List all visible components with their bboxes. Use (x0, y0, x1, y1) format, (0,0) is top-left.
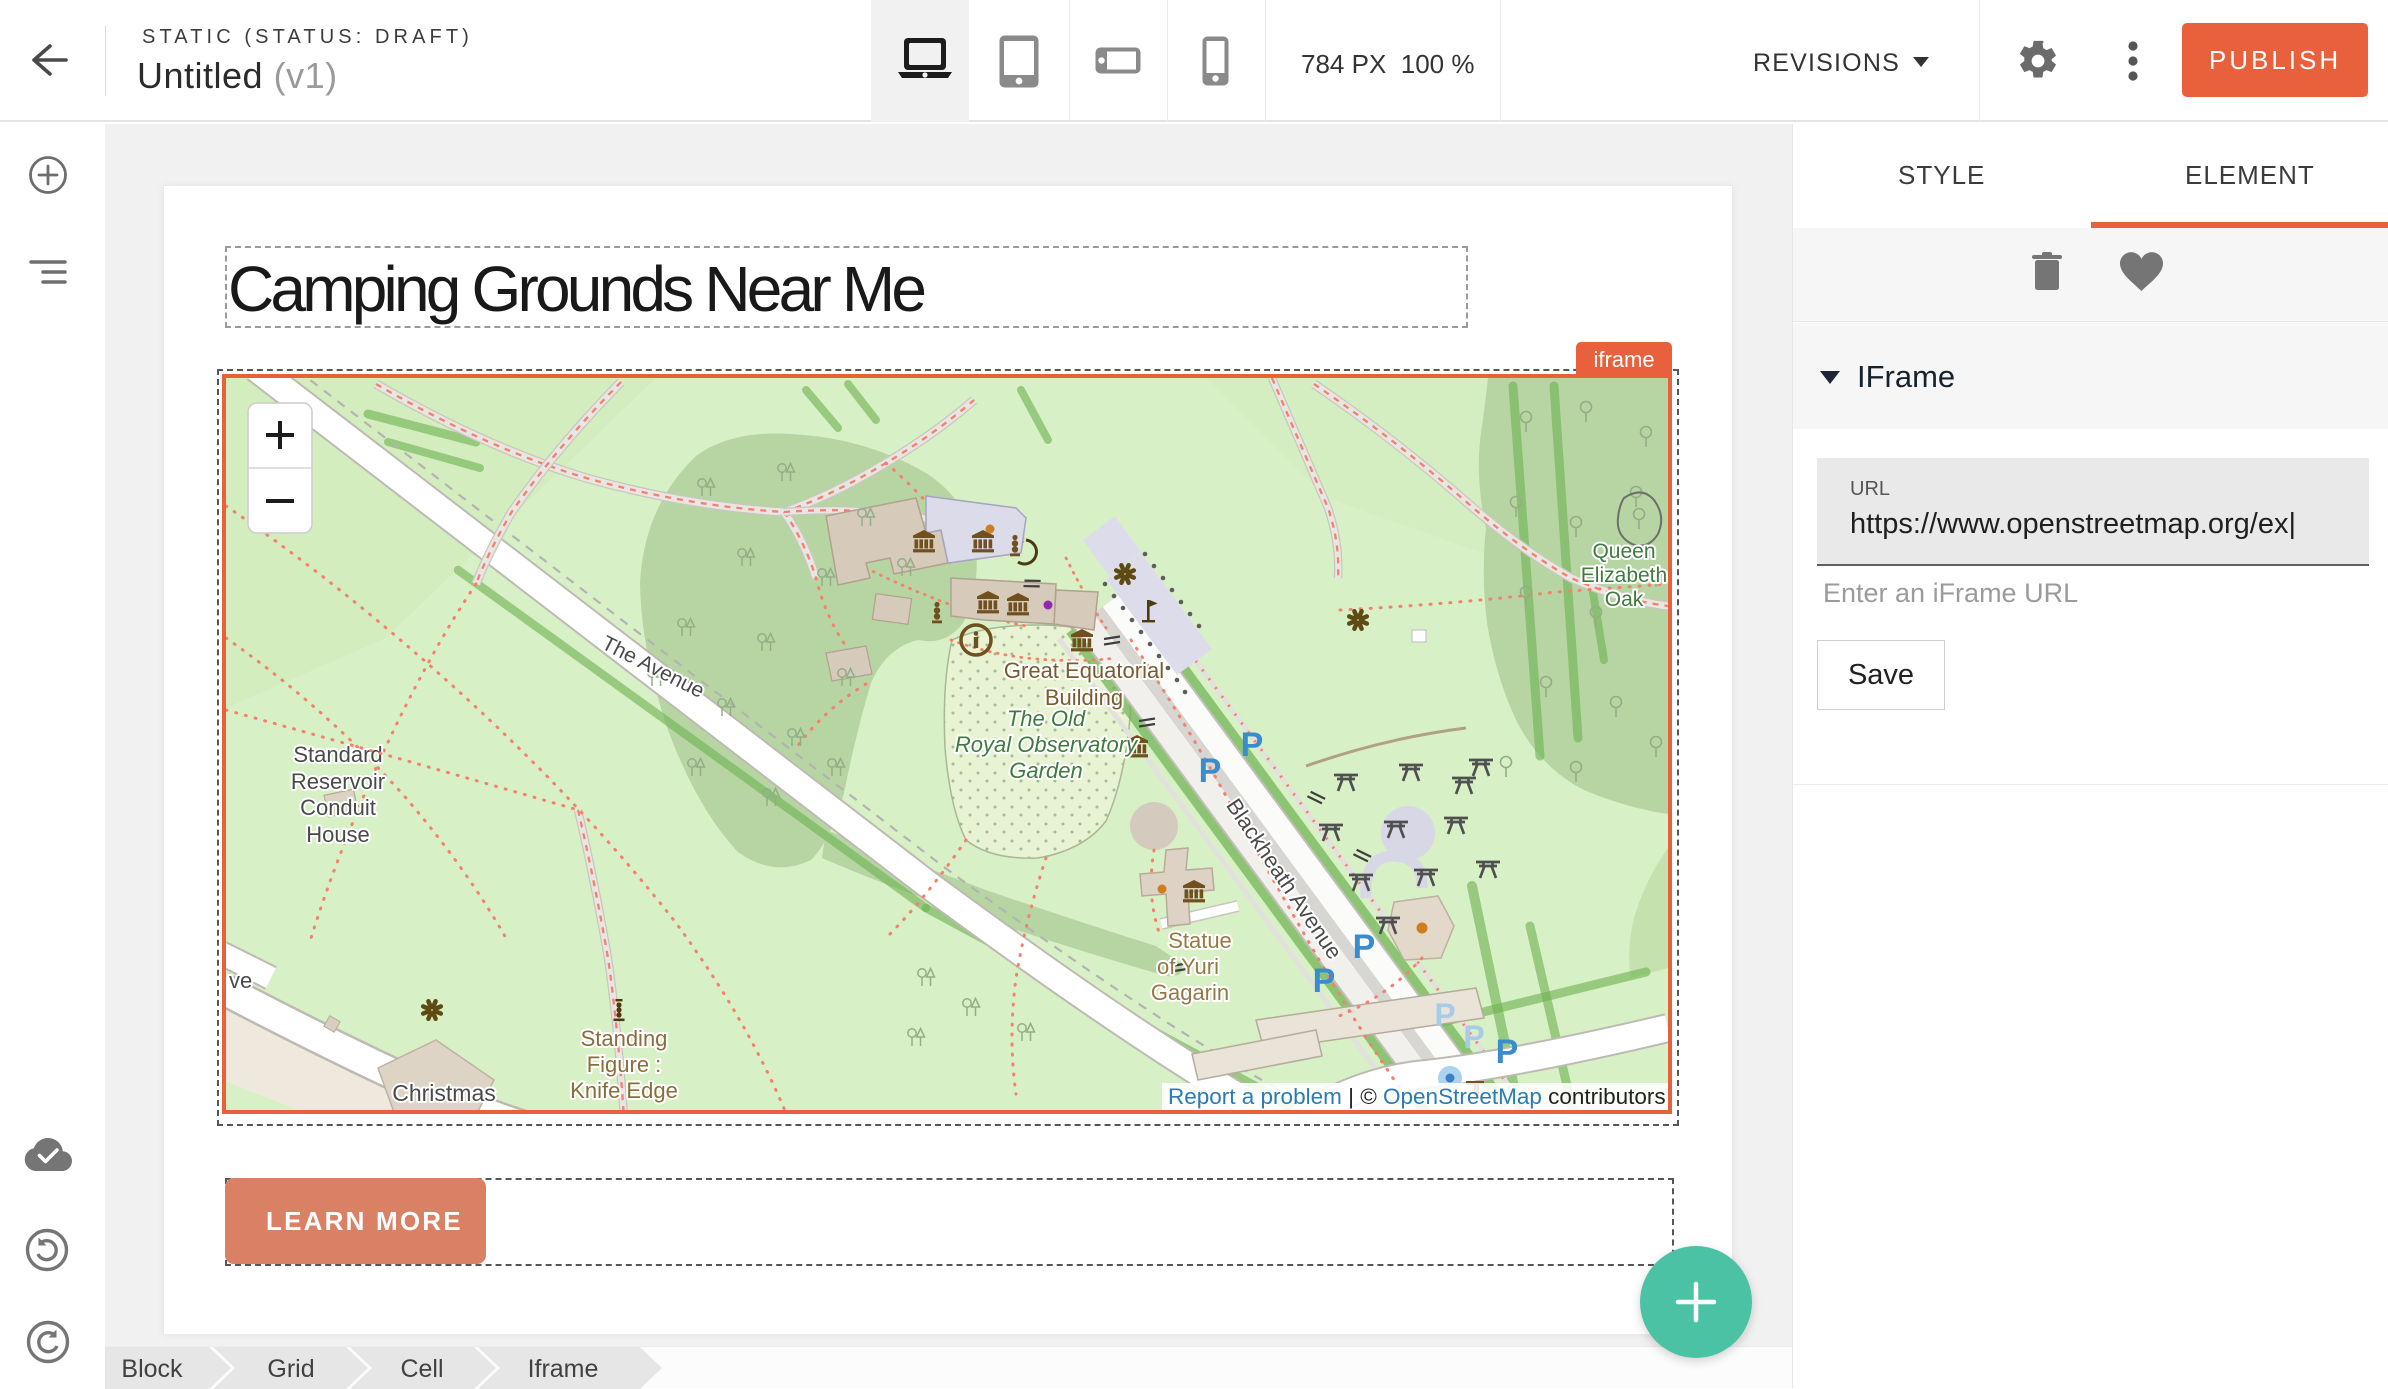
svg-text:Figure :: Figure : (587, 1052, 662, 1077)
svg-text:Garden: Garden (1009, 758, 1082, 783)
svg-text:Great Equatorial: Great Equatorial (1004, 658, 1164, 683)
svg-text:Knife Edge: Knife Edge (570, 1078, 678, 1103)
svg-text:Reservoir: Reservoir (291, 769, 385, 794)
svg-text:P: P (1496, 1033, 1519, 1071)
svg-text:P: P (1313, 962, 1336, 1000)
svg-text:Standard: Standard (293, 742, 382, 767)
svg-text:Gagarin: Gagarin (1151, 980, 1229, 1005)
svg-text:Cell: Cell (400, 1355, 443, 1383)
svg-text:P: P (1434, 997, 1455, 1033)
svg-text:Report a problem | © OpenStree: Report a problem | © OpenStreetMap contr… (1168, 1084, 1666, 1109)
svg-text:House: House (306, 822, 370, 847)
svg-text:Grid: Grid (267, 1355, 314, 1383)
svg-text:Christmas: Christmas (392, 1080, 496, 1106)
svg-text:of Yuri: of Yuri (1157, 954, 1219, 979)
svg-text:Queen: Queen (1592, 540, 1655, 563)
svg-text:P: P (1463, 1019, 1484, 1055)
svg-text:Block: Block (121, 1355, 183, 1383)
svg-text:ve: ve (229, 968, 252, 993)
svg-text:P: P (1199, 752, 1222, 790)
svg-text:The Old: The Old (1007, 706, 1086, 731)
svg-text:P: P (1353, 928, 1376, 966)
svg-text:Statue: Statue (1168, 928, 1232, 953)
svg-text:Royal Observatory: Royal Observatory (955, 732, 1139, 757)
svg-text:P: P (1241, 726, 1264, 764)
svg-text:Standing: Standing (581, 1026, 668, 1051)
svg-text:Iframe: Iframe (528, 1355, 599, 1383)
svg-text:Elizabeth: Elizabeth (1581, 564, 1667, 587)
svg-text:Oak: Oak (1605, 588, 1644, 611)
svg-text:Conduit: Conduit (300, 795, 376, 820)
